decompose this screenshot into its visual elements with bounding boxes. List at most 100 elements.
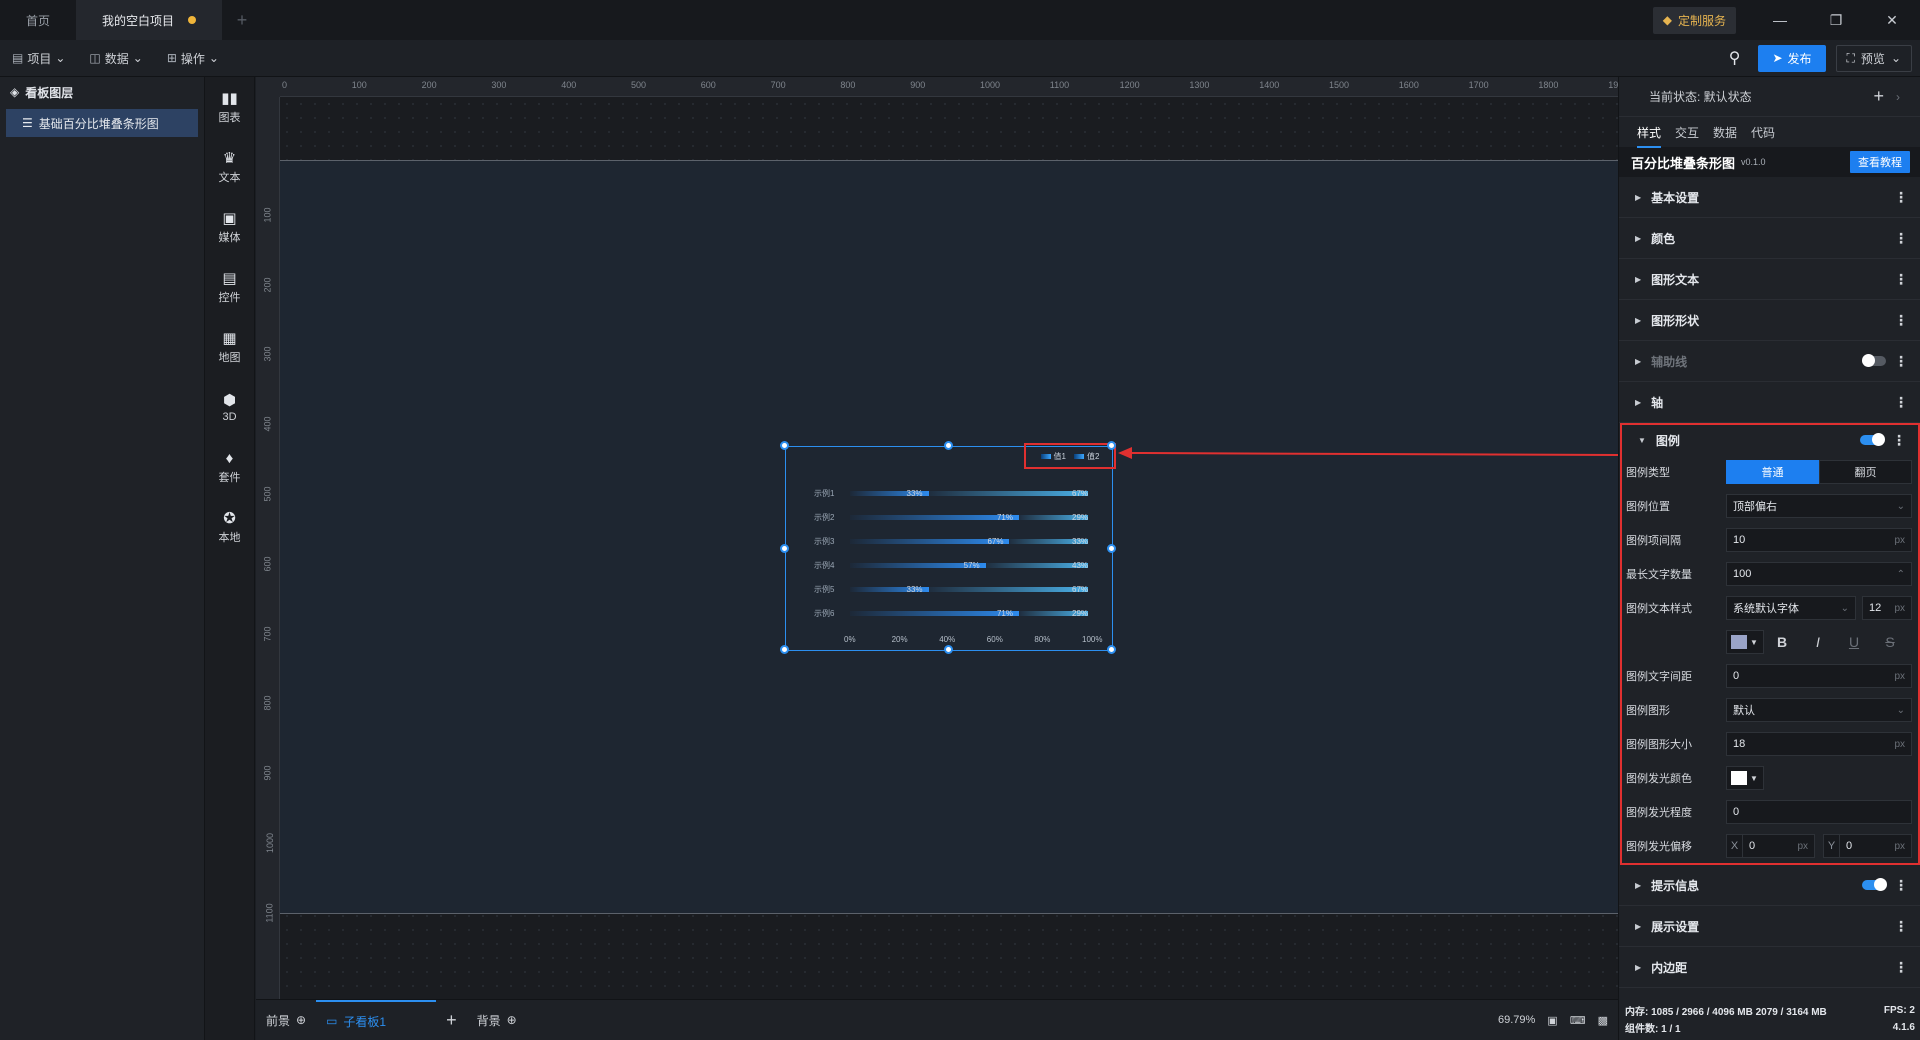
legend-font-size-input[interactable]: 12 px (1862, 596, 1912, 620)
tab-subboard[interactable]: ▭ 子看板1 (316, 1000, 437, 1040)
section-graphic-text[interactable]: ▶ 图形文本 ⋮ (1619, 259, 1920, 300)
legend-maxlen-input[interactable]: 100 ⌃ (1726, 562, 1912, 586)
guideline-toggle[interactable] (1862, 354, 1886, 367)
bar-segment-series1[interactable] (850, 539, 1010, 544)
more-icon[interactable]: ⋮ (1894, 312, 1908, 329)
legend-glow-y-input[interactable]: Y 0 px (1823, 834, 1912, 858)
fit-screen-icon[interactable]: ▣ (1547, 1014, 1557, 1027)
section-graphic-shape[interactable]: ▶ 图形形状 ⋮ (1619, 300, 1920, 341)
resize-handle-tm[interactable] (944, 441, 953, 450)
comp-map[interactable]: ▦ 地图 (205, 317, 254, 377)
menu-project[interactable]: ▤ 项目 ⌄ (0, 40, 77, 76)
resize-handle-bl[interactable] (780, 645, 789, 654)
legend-glow-x-input[interactable]: X 0 px (1726, 834, 1815, 858)
chart-widget[interactable]: 值1 值2 示例1 33% 67% 示例2 71% 29% 示例3 67% 33% 示例4 57% 4… (780, 441, 1116, 654)
resize-handle-mr[interactable] (1107, 544, 1116, 553)
tab-foreground[interactable]: 前景 ⊕ (256, 1000, 316, 1040)
section-basic[interactable]: ▶ 基本设置 ⋮ (1619, 177, 1920, 218)
tab-style[interactable]: 样式 (1637, 124, 1662, 148)
legend-text-color-picker[interactable]: ▼ (1726, 630, 1764, 654)
comp-text[interactable]: ♛ 文本 (205, 137, 254, 197)
close-button[interactable]: ✕ (1864, 0, 1920, 40)
legend-toggle[interactable] (1860, 433, 1885, 446)
section-color[interactable]: ▶ 颜色 ⋮ (1619, 218, 1920, 259)
bar-row[interactable]: 示例2 71% 29% (814, 513, 1088, 523)
more-icon[interactable]: ⋮ (1894, 271, 1908, 288)
legend-glow-level-input[interactable]: 0 (1726, 800, 1912, 824)
italic-icon[interactable]: I (1800, 634, 1836, 650)
tab-project[interactable]: 我的空白项目 (76, 0, 223, 40)
comp-3d[interactable]: ⬢ 3D (205, 377, 254, 437)
section-guideline[interactable]: ▶ 辅助线 ⋮ (1619, 341, 1920, 382)
resize-handle-tl[interactable] (780, 441, 789, 450)
comp-local[interactable]: ✪ 本地 (205, 497, 254, 557)
bar-segment-series2[interactable] (928, 587, 1088, 592)
search-icon[interactable]: ⚲ (1729, 48, 1741, 68)
tutorial-button[interactable]: 查看教程 (1850, 151, 1910, 173)
tab-interaction[interactable]: 交互 (1675, 124, 1699, 141)
zoom-level[interactable]: 69.79% (1498, 1014, 1535, 1026)
terminal-icon[interactable]: ▩ (1598, 1014, 1608, 1027)
more-icon[interactable]: ⋮ (1894, 189, 1908, 206)
section-axis[interactable]: ▶ 轴 ⋮ (1619, 382, 1920, 423)
add-state-button[interactable]: + (1873, 86, 1884, 107)
more-icon[interactable]: ⋮ (1894, 918, 1908, 935)
legend-gap-input[interactable]: 10 px (1726, 528, 1912, 552)
bar-row[interactable]: 示例1 33% 67% (814, 489, 1088, 499)
bar-segment-series1[interactable] (850, 515, 1019, 520)
tab-code[interactable]: 代码 (1751, 124, 1775, 141)
restore-button[interactable]: ❐ (1808, 0, 1864, 40)
comp-kit[interactable]: ♦ 套件 (205, 437, 254, 497)
add-board-button[interactable]: + (436, 1000, 467, 1040)
add-circle-icon[interactable]: ⊕ (296, 1013, 306, 1027)
legend-item-2[interactable]: 值2 (1074, 451, 1099, 462)
legend-type-paged[interactable]: 翻页 (1819, 460, 1912, 484)
add-circle-icon[interactable]: ⊕ (507, 1013, 517, 1027)
legend-shape-size-input[interactable]: 18 px (1726, 732, 1912, 756)
strikethrough-icon[interactable]: S (1872, 634, 1908, 650)
bar-row[interactable]: 示例4 57% 43% (814, 561, 1088, 571)
publish-button[interactable]: ➤ 发布 (1758, 44, 1826, 72)
keyboard-icon[interactable]: ⌨ (1570, 1014, 1586, 1027)
legend-font-select[interactable]: 系统默认字体 ⌄ (1726, 596, 1856, 620)
section-tooltip[interactable]: ▶ 提示信息 ⋮ (1619, 865, 1920, 906)
bar-row[interactable]: 示例6 71% 29% (814, 609, 1088, 619)
section-display[interactable]: ▶ 展示设置 ⋮ (1619, 906, 1920, 947)
resize-handle-tr[interactable] (1107, 441, 1116, 450)
underline-icon[interactable]: U (1836, 634, 1872, 650)
menu-operation[interactable]: ⊞ 操作 ⌄ (155, 40, 231, 76)
comp-media[interactable]: ▣ 媒体 (205, 197, 254, 257)
more-icon[interactable]: ⋮ (1892, 432, 1906, 449)
tab-background[interactable]: 背景 ⊕ (467, 1000, 527, 1040)
stepper-up-icon[interactable]: ⌃ (1897, 569, 1905, 580)
chart-legend[interactable]: 值1 值2 (1024, 443, 1116, 469)
add-tab-button[interactable]: + (222, 0, 262, 40)
legend-type-normal[interactable]: 普通 (1726, 460, 1819, 484)
resize-handle-ml[interactable] (780, 544, 789, 553)
more-icon[interactable]: ⋮ (1894, 230, 1908, 247)
chevron-right-icon[interactable]: › (1896, 90, 1900, 104)
resize-handle-bm[interactable] (944, 645, 953, 654)
tab-home[interactable]: 首页 (0, 0, 76, 40)
bar-row[interactable]: 示例3 67% 33% (814, 537, 1088, 547)
legend-item-1[interactable]: 值1 (1040, 451, 1066, 462)
bar-segment-series1[interactable] (850, 611, 1019, 616)
comp-control[interactable]: ▤ 控件 (205, 257, 254, 317)
legend-text-spacing-input[interactable]: 0 px (1726, 664, 1912, 688)
tooltip-toggle[interactable] (1862, 878, 1887, 891)
legend-shape-select[interactable]: 默认 ⌄ (1726, 698, 1912, 722)
layer-item[interactable]: ☰ 基础百分比堆叠条形图 (6, 109, 198, 137)
menu-data[interactable]: ◫ 数据 ⌄ (77, 40, 154, 76)
more-icon[interactable]: ⋮ (1894, 353, 1908, 370)
bar-segment-series2[interactable] (928, 491, 1088, 496)
more-icon[interactable]: ⋮ (1894, 959, 1908, 976)
legend-position-select[interactable]: 顶部偏右 ⌄ (1726, 494, 1912, 518)
section-padding[interactable]: ▶ 内边距 ⋮ (1619, 947, 1920, 988)
comp-chart[interactable]: ▮▮ 图表 (205, 77, 254, 137)
bold-icon[interactable]: B (1764, 634, 1800, 650)
custom-service-button[interactable]: ◆ 定制服务 (1652, 6, 1736, 34)
section-legend[interactable]: ▼ 图例 ⋮ (1622, 425, 1918, 455)
resize-handle-br[interactable] (1107, 645, 1116, 654)
preview-button[interactable]: ⛶ 预览 ⌄ (1835, 44, 1912, 72)
more-icon[interactable]: ⋮ (1894, 877, 1908, 894)
